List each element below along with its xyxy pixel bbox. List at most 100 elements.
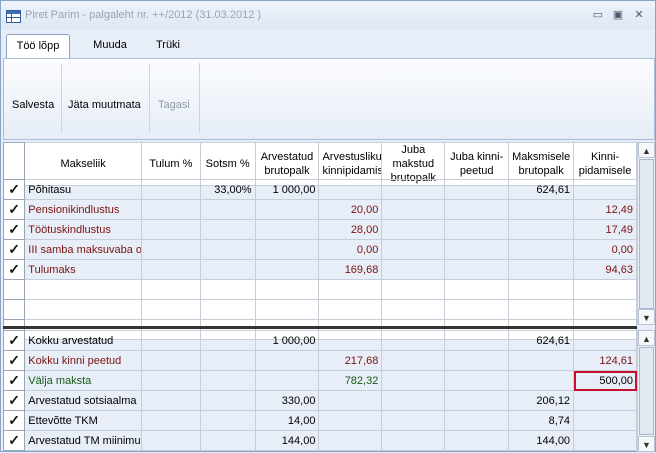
cell-maksbruto[interactable]: 8,74	[508, 410, 575, 431]
scroll-up-arrow-icon[interactable]: ▲	[638, 142, 655, 158]
close-icon[interactable]: ✕	[631, 8, 647, 22]
cell-name[interactable]: Välja maksta	[24, 370, 142, 391]
cell-jubabruto[interactable]	[381, 179, 446, 200]
table-row[interactable]: ✓ Ettevõtte TKM 14,00 8,74	[2, 410, 637, 431]
cell-arvbruto[interactable]	[254, 370, 320, 391]
scroll-thumb[interactable]	[639, 347, 654, 435]
cell-maksbruto[interactable]	[508, 199, 575, 220]
cell-sotsm[interactable]	[199, 430, 256, 451]
row-selector[interactable]: ✓	[2, 430, 26, 451]
table-row[interactable]: ✓ Pensionikindlustus 20,00 12,49	[2, 199, 637, 220]
cell-kinnipid[interactable]	[573, 410, 637, 431]
cell-arvkinni[interactable]	[318, 410, 383, 431]
cell-tulum[interactable]	[140, 390, 201, 411]
cell-sotsm[interactable]	[199, 330, 256, 351]
checkmark-icon[interactable]: ✓	[7, 373, 21, 387]
checkmark-icon[interactable]: ✓	[7, 242, 21, 256]
title-bar[interactable]: Piret Parim - palgaleht nr. ++/2012 (31.…	[1, 1, 655, 29]
cell-arvbruto[interactable]: 1 000,00	[254, 330, 320, 351]
checkmark-icon[interactable]: ✓	[7, 262, 21, 276]
cell-maksbruto[interactable]: 624,61	[508, 179, 575, 200]
row-selector[interactable]: ✓	[2, 239, 26, 260]
cell-jubabruto[interactable]	[381, 430, 446, 451]
table-row[interactable]: ✓ III samba maksuvaba o 0,00 0,00	[2, 239, 637, 260]
cell-kinnipid[interactable]	[573, 179, 637, 200]
cell-jubabruto[interactable]	[381, 370, 446, 391]
cell-arvbruto[interactable]: 144,00	[254, 430, 320, 451]
cell-jubabruto[interactable]	[381, 219, 446, 240]
cell-tulum[interactable]	[140, 259, 201, 280]
cell-arvkinni[interactable]	[318, 179, 383, 200]
table-row[interactable]: ✓ Kokku arvestatud 1 000,00 624,61	[2, 330, 637, 351]
cell-arvbruto[interactable]	[254, 239, 320, 260]
cell-arvbruto[interactable]	[254, 259, 320, 280]
row-selector[interactable]: ✓	[2, 259, 26, 280]
cell-jubabruto[interactable]	[381, 390, 446, 411]
cell-arvkinni[interactable]	[318, 430, 383, 451]
cell-tulum[interactable]	[140, 179, 201, 200]
cell-arvkinni[interactable]	[318, 390, 383, 411]
table-row[interactable]: ✓ Kokku kinni peetud 217,68 124,61	[2, 350, 637, 371]
row-selector[interactable]: ✓	[2, 390, 26, 411]
checkmark-icon[interactable]: ✓	[7, 353, 21, 367]
table-row[interactable]: ✓ Arvestatud TM miinimu 144,00 144,00	[2, 430, 637, 451]
cell-tulum[interactable]	[140, 410, 201, 431]
row-selector[interactable]: ✓	[2, 179, 26, 200]
row-selector[interactable]: ✓	[2, 199, 26, 220]
cell-maksbruto[interactable]	[508, 239, 575, 260]
empty-row[interactable]	[2, 299, 637, 320]
cell-tulum[interactable]	[140, 350, 201, 371]
tab-muuda[interactable]: Muuda	[83, 34, 137, 56]
checkmark-icon[interactable]: ✓	[7, 393, 21, 407]
cell-name[interactable]: Kokku arvestatud	[24, 330, 142, 351]
cell-jubakinni[interactable]	[444, 199, 510, 220]
scroll-down-arrow-icon[interactable]: ▼	[638, 309, 655, 325]
table-row[interactable]: ✓ Välja maksta 782,32 500,00	[2, 370, 637, 391]
cell-arvbruto[interactable]	[254, 350, 320, 371]
cell-sotsm[interactable]	[199, 410, 256, 431]
checkmark-icon[interactable]: ✓	[7, 333, 21, 347]
cell-arvkinni[interactable]: 782,32	[318, 370, 383, 391]
cell-kinnipid[interactable]: 12,49	[573, 199, 637, 220]
cell-sotsm[interactable]	[199, 219, 256, 240]
cell-arvkinni[interactable]: 20,00	[318, 199, 383, 220]
cell-jubakinni[interactable]	[444, 259, 510, 280]
cell-name[interactable]: Ettevõtte TKM	[24, 410, 142, 431]
cell-tulum[interactable]	[140, 239, 201, 260]
table-row[interactable]: ✓ Põhitasu 33,00% 1 000,00 624,61	[2, 179, 637, 200]
cell-arvkinni[interactable]: 0,00	[318, 239, 383, 260]
row-selector[interactable]: ✓	[2, 350, 26, 371]
row-selector[interactable]: ✓	[2, 370, 26, 391]
cell-maksbruto[interactable]	[508, 259, 575, 280]
scroll-up-arrow-icon[interactable]: ▲	[638, 330, 655, 346]
table-row[interactable]: ✓ Arvestatud sotsiaalma 330,00 206,12	[2, 390, 637, 411]
cell-jubabruto[interactable]	[381, 199, 446, 220]
cell-kinnipid[interactable]: 17,49	[573, 219, 637, 240]
cell-tulum[interactable]	[140, 219, 201, 240]
checkmark-icon[interactable]: ✓	[7, 413, 21, 427]
cell-jubabruto[interactable]	[381, 410, 446, 431]
discard-changes-button[interactable]: Jäta muutmata	[68, 99, 141, 111]
row-selector[interactable]: ✓	[2, 219, 26, 240]
bottom-vertical-scrollbar[interactable]: ▲ ▼	[637, 330, 655, 452]
cell-arvbruto[interactable]	[254, 199, 320, 220]
cell-jubabruto[interactable]	[381, 330, 446, 351]
cell-name[interactable]: Kokku kinni peetud	[24, 350, 142, 371]
cell-arvbruto[interactable]: 330,00	[254, 390, 320, 411]
cell-maksbruto[interactable]: 144,00	[508, 430, 575, 451]
cell-arvbruto[interactable]: 1 000,00	[254, 179, 320, 200]
cell-kinnipid[interactable]: 94,63	[573, 259, 637, 280]
cell-jubakinni[interactable]	[444, 219, 510, 240]
cell-jubabruto[interactable]	[381, 259, 446, 280]
cell-kinnipid[interactable]: 500,00	[573, 370, 637, 391]
cell-arvbruto[interactable]	[254, 219, 320, 240]
cell-name[interactable]: Põhitasu	[24, 179, 142, 200]
cell-jubabruto[interactable]	[381, 239, 446, 260]
cell-name[interactable]: Pensionikindlustus	[24, 199, 142, 220]
cell-arvkinni[interactable]: 169,68	[318, 259, 383, 280]
cell-maksbruto[interactable]	[508, 370, 575, 391]
scroll-down-arrow-icon[interactable]: ▼	[638, 436, 655, 452]
checkmark-icon[interactable]: ✓	[7, 182, 21, 196]
cell-name[interactable]: Arvestatud TM miinimu	[24, 430, 142, 451]
cell-arvkinni[interactable]	[318, 330, 383, 351]
